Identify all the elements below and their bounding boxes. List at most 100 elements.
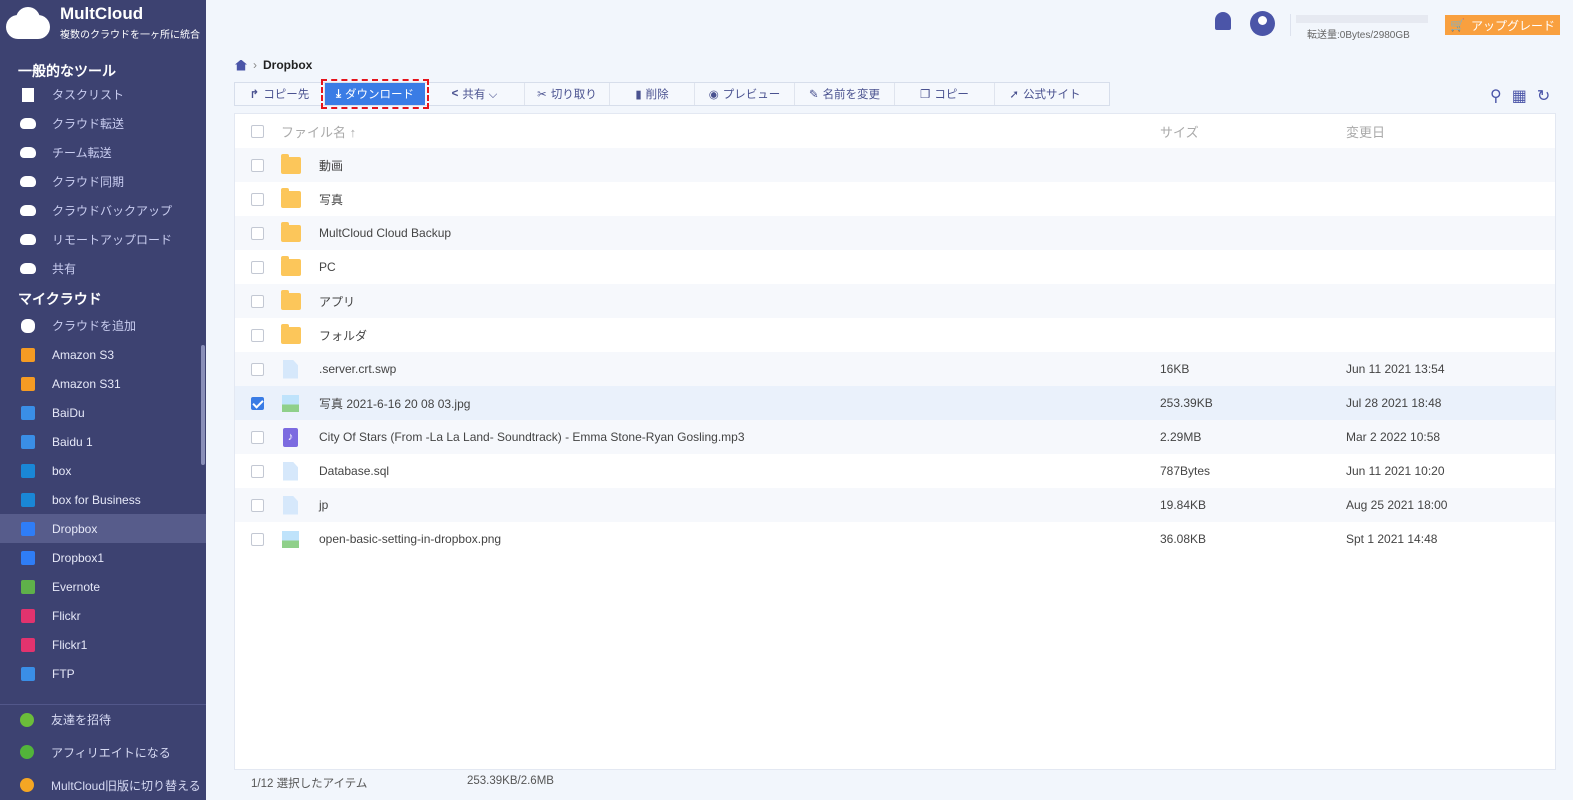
table-row[interactable]: ♪ City Of Stars (From -La La Land- Soundt… <box>235 420 1555 454</box>
sidebar-scrollbar[interactable] <box>201 345 205 465</box>
file-date: Jun 11 2021 13:54 <box>1346 362 1445 376</box>
sidebar-bottom-item[interactable]: アフィリエイトになる <box>0 737 206 767</box>
sidebar-item-cloud[interactable]: Flickr <box>0 601 206 630</box>
row-checkbox[interactable] <box>251 226 264 240</box>
table-row[interactable]: open-basic-setting-in-dropbox.png 36.08KB… <box>235 522 1555 556</box>
file-name[interactable]: PC <box>319 260 336 274</box>
sidebar-item-tool[interactable]: 共有 <box>0 254 206 283</box>
sidebar-item-cloud[interactable]: Dropbox1 <box>0 543 206 572</box>
table-row[interactable]: 写真 2021-6-16 20 08 03.jpg 253.39KB Jul 28 … <box>235 386 1555 420</box>
file-name[interactable]: open-basic-setting-in-dropbox.png <box>319 532 501 546</box>
toolbar-button[interactable]: ✎ 名前を変更 <box>795 83 895 105</box>
file-name[interactable]: 写真 2021-6-16 20 08 03.jpg <box>319 395 470 412</box>
row-checkbox[interactable] <box>251 532 264 546</box>
cloud-service-icon <box>20 608 36 623</box>
toolbar-button[interactable]: ✂ 切り取り <box>525 83 610 105</box>
row-checkbox[interactable] <box>251 328 264 342</box>
bell-icon[interactable] <box>1215 12 1231 30</box>
header-date[interactable]: 変更日 <box>1346 122 1385 141</box>
search-icon[interactable]: ⚲ <box>1490 86 1502 106</box>
sidebar-bottom-item[interactable]: 友達を招待 <box>0 704 206 734</box>
sidebar-bottom-item[interactable]: MultCloud旧版に切り替える <box>0 770 206 800</box>
grid-view-icon[interactable]: ▦ <box>1512 86 1527 106</box>
toolbar: ↱ コピー先 ⤓ ダウンロード < 共有 ⌵ ✂ 切り取り ▮ 削除 ◉ プレビュー ✎ 名前を変更 ❐ コピ… <box>234 79 1110 109</box>
file-name[interactable]: 写真 <box>319 191 343 208</box>
toolbar-icon: ↱ <box>249 89 260 101</box>
row-checkbox[interactable] <box>251 192 264 206</box>
row-checkbox[interactable] <box>251 396 264 410</box>
sidebar-item-cloud[interactable]: Dropbox <box>0 514 206 543</box>
toolbar-label: コピー <box>934 89 969 101</box>
file-name[interactable]: City Of Stars (From -La La Land- Soundtr… <box>319 430 745 444</box>
table-row[interactable]: PC <box>235 250 1555 284</box>
file-name[interactable]: Database.sql <box>319 464 389 478</box>
logo[interactable]: MultCloud 複数のクラウドを一ヶ所に統合 <box>4 4 200 41</box>
sidebar-item-tool[interactable]: チーム転送 <box>0 138 206 167</box>
sidebar-item-cloud[interactable]: Amazon S3 <box>0 340 206 369</box>
sidebar-item-tool[interactable]: クラウド同期 <box>0 167 206 196</box>
upgrade-button[interactable]: 🛒 アップグレード <box>1445 15 1560 35</box>
sidebar-item-cloud[interactable]: box <box>0 456 206 485</box>
sidebar-item-cloud[interactable]: BaiDu <box>0 398 206 427</box>
sidebar-item-cloud[interactable]: クラウドを追加 <box>0 311 206 340</box>
row-checkbox[interactable] <box>251 362 264 376</box>
sidebar-item-tool[interactable]: クラウド転送 <box>0 109 206 138</box>
row-checkbox[interactable] <box>251 294 264 308</box>
select-all-checkbox[interactable] <box>251 124 264 138</box>
header-size[interactable]: サイズ <box>1160 122 1199 141</box>
table-row[interactable]: アプリ <box>235 284 1555 318</box>
table-row[interactable]: 動画 <box>235 148 1555 182</box>
sidebar-item-tool[interactable]: リモートアップロード <box>0 225 206 254</box>
table-row[interactable]: 写真 <box>235 182 1555 216</box>
sidebar-item-cloud[interactable]: Flickr1 <box>0 630 206 659</box>
home-icon[interactable] <box>235 59 247 71</box>
table-row[interactable]: .server.crt.swp 16KB Jun 11 2021 13:54 <box>235 352 1555 386</box>
file-name[interactable]: MultCloud Cloud Backup <box>319 226 451 240</box>
table-row[interactable]: MultCloud Cloud Backup <box>235 216 1555 250</box>
sidebar-item-tool[interactable]: タスクリスト <box>0 80 206 109</box>
row-checkbox[interactable] <box>251 464 264 478</box>
table-header: ファイル名 ↑ サイズ 変更日 <box>235 114 1555 148</box>
toolbar-button[interactable]: ⤓ ダウンロード <box>321 79 429 109</box>
file-list: ファイル名 ↑ サイズ 変更日 動画写真 MultCloud Cloud Back… <box>234 113 1556 770</box>
avatar[interactable] <box>1250 11 1275 36</box>
section-my-clouds: マイクラウド <box>18 291 102 307</box>
toolbar-button[interactable]: ▮ 削除 <box>610 83 695 105</box>
row-checkbox[interactable] <box>251 498 264 512</box>
toolbar-button[interactable]: ❐ コピー <box>895 83 995 105</box>
divider <box>1290 14 1291 36</box>
sidebar-item-label: Evernote <box>52 579 101 594</box>
row-checkbox[interactable] <box>251 260 264 274</box>
cloud-service-icon <box>20 434 36 449</box>
row-checkbox[interactable] <box>251 430 264 444</box>
image-file-icon <box>282 530 299 548</box>
toolbar-button[interactable]: ◉ プレビュー <box>695 83 795 105</box>
file-size: 19.84KB <box>1160 498 1207 512</box>
folder-icon <box>281 323 301 344</box>
table-row[interactable]: Database.sql 787Bytes Jun 11 2021 10:20 <box>235 454 1555 488</box>
toolbar-button[interactable]: < 共有 ⌵ <box>425 83 525 105</box>
file-name[interactable]: .server.crt.swp <box>319 362 396 376</box>
file-name[interactable]: 動画 <box>319 157 343 174</box>
sidebar-item-cloud[interactable]: Amazon S31 <box>0 369 206 398</box>
file-size: 253.39KB <box>1160 396 1213 410</box>
file-icon <box>283 461 298 481</box>
file-name[interactable]: jp <box>319 498 328 512</box>
sidebar-item-cloud[interactable]: FTP <box>0 659 206 688</box>
sidebar-item-cloud[interactable]: Baidu 1 <box>0 427 206 456</box>
refresh-icon[interactable]: ↻ <box>1537 86 1550 106</box>
sidebar-item-tool[interactable]: クラウドバックアップ <box>0 196 206 225</box>
sidebar-item-cloud[interactable]: Evernote <box>0 572 206 601</box>
cloud-service-icon <box>20 405 36 420</box>
toolbar-button[interactable]: ➚ 公式サイト <box>995 83 1095 105</box>
file-name[interactable]: アプリ <box>319 293 355 310</box>
sidebar-item-cloud[interactable]: box for Business <box>0 485 206 514</box>
cloud-service-icon <box>20 318 36 333</box>
row-checkbox[interactable] <box>251 158 264 172</box>
header-name[interactable]: ファイル名 ↑ <box>281 122 356 141</box>
file-size: 16KB <box>1160 362 1190 376</box>
table-row[interactable]: jp 19.84KB Aug 25 2021 18:00 <box>235 488 1555 522</box>
toolbar-button[interactable]: ↱ コピー先 <box>235 83 325 105</box>
table-row[interactable]: フォルダ <box>235 318 1555 352</box>
file-name[interactable]: フォルダ <box>319 327 367 344</box>
